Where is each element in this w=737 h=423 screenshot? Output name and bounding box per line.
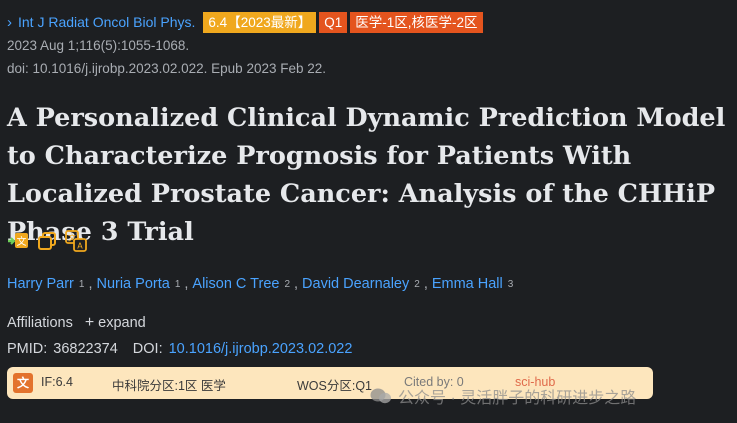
article-title: A Personalized Clinical Dynamic Predicti… <box>7 103 726 247</box>
chevron-right-icon[interactable]: › <box>7 14 12 31</box>
zone-badge: 医学-1区,核医学-2区 <box>350 11 483 33</box>
svg-text:A: A <box>77 242 83 251</box>
translate-text-icon[interactable]: 文 A <box>65 230 87 252</box>
author-separator: , <box>88 276 93 292</box>
wos-zone: WOS分区:Q1 <box>297 379 373 393</box>
affiliations-row: Affiliations + expand <box>7 314 146 332</box>
svg-text:文: 文 <box>17 235 27 248</box>
plus-icon: + <box>84 314 95 331</box>
doi-label: DOI: <box>132 341 163 357</box>
quartile-badge: Q1 <box>319 11 348 33</box>
author-affiliation-number: 1 <box>78 278 85 290</box>
affiliations-label: Affiliations <box>7 315 73 331</box>
citation-doi: doi: 10.1016/j.ijrobp.2023.02.022. Epub … <box>7 61 327 76</box>
expand-affiliations-button[interactable]: + expand <box>85 314 146 332</box>
author-link[interactable]: Nuria Porta <box>96 276 169 292</box>
extension-logo-icon[interactable]: 文 <box>13 373 33 393</box>
copy-icon[interactable] <box>36 230 58 252</box>
doi-link[interactable]: 10.1016/j.ijrobp.2023.02.022 <box>169 341 353 357</box>
author-affiliation-number: 2 <box>414 278 420 290</box>
author-link[interactable]: Alison C Tree <box>192 276 279 292</box>
author-link[interactable]: Emma Hall <box>432 276 503 292</box>
watermark: 公众号 · 灵活胖子的科研进步之路 <box>370 384 636 408</box>
author-link[interactable]: Harry Parr <box>7 276 74 292</box>
citation-date: 2023 Aug 1;116(5):1055-1068. <box>7 38 190 53</box>
identifiers-row: PMID: 36822374 DOI: 10.1016/j.ijrobp.202… <box>7 341 352 357</box>
author-affiliation-number: 1 <box>174 278 181 290</box>
author-separator: , <box>294 276 299 292</box>
author-separator: , <box>423 276 428 292</box>
watermark-text: 公众号 · 灵活胖子的科研进步之路 <box>398 390 637 407</box>
pmid-label: PMID: <box>7 341 48 357</box>
cas-zone: 中科院分区:1区 医学 <box>112 379 226 393</box>
journal-link[interactable]: Int J Radiat Oncol Biol Phys. <box>18 14 195 30</box>
expand-label: expand <box>98 315 146 331</box>
author-separator: , <box>184 276 189 292</box>
author-affiliation-number: 3 <box>507 278 514 290</box>
author-list: Harry Parr 1, Nuria Porta 1, Alison C Tr… <box>7 276 517 292</box>
pmid-value: 36822374 <box>53 341 118 357</box>
journal-row: › Int J Radiat Oncol Biol Phys. 6.4【2023… <box>7 11 486 33</box>
author-affiliation-number: 2 <box>284 278 291 290</box>
toolbar: 文 文 A <box>7 230 94 252</box>
impact-factor-badge: 6.4【2023最新】 <box>203 11 317 33</box>
wechat-icon <box>370 388 391 404</box>
impact-factor: IF:6.4 <box>41 375 73 389</box>
author-link[interactable]: David Dearnaley <box>302 276 409 292</box>
translate-icon[interactable]: 文 <box>7 230 29 252</box>
